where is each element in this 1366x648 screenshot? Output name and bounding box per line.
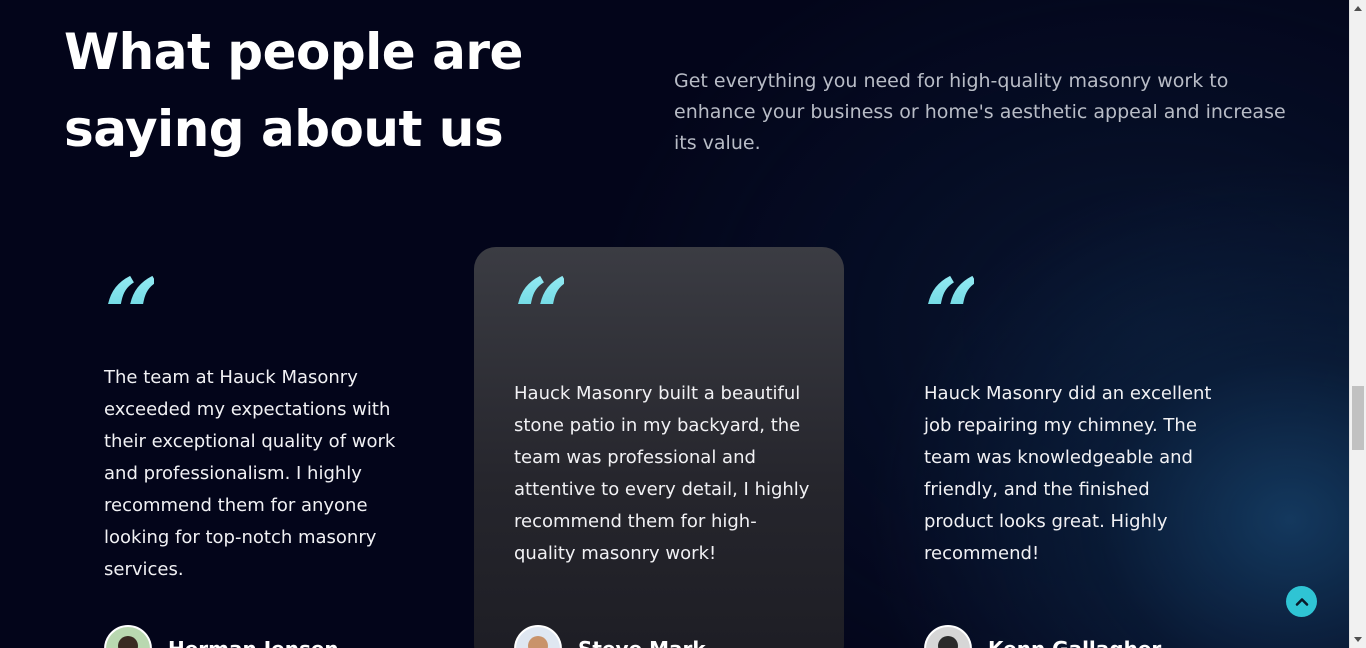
scroll-up-arrow-icon[interactable]	[1354, 6, 1362, 11]
avatar	[514, 625, 562, 648]
scroll-to-top-button[interactable]	[1286, 586, 1317, 617]
quote-icon: “	[104, 258, 160, 373]
author-name: Kenn Gallagher	[988, 637, 1161, 648]
page-scrollbar[interactable]	[1349, 0, 1366, 648]
testimonial-text: Hauck Masonry built a beautiful stone pa…	[514, 383, 810, 564]
author-name: Herman Jensen	[168, 637, 339, 648]
testimonial-text: The team at Hauck Masonry exceeded my ex…	[104, 367, 396, 580]
testimonial-author: Herman Jensen	[104, 625, 339, 648]
testimonial-card-2: “ Hauck Masonry built a beautiful stone …	[474, 247, 844, 648]
section-title-line2: saying about us	[64, 100, 504, 158]
chevron-up-icon	[1295, 597, 1308, 606]
section-title-line1: What people are	[64, 23, 523, 81]
section-title: What people are saying about us	[64, 14, 564, 168]
scroll-down-arrow-icon[interactable]	[1354, 637, 1362, 642]
author-name: Steve Mark	[578, 637, 706, 648]
testimonial-card-1: “ The team at Hauck Masonry exceeded my …	[64, 247, 434, 648]
avatar	[924, 625, 972, 648]
testimonial-card-3: “ Hauck Masonry did an excellent job rep…	[884, 247, 1254, 648]
testimonial-text: Hauck Masonry did an excellent job repai…	[924, 383, 1212, 564]
quote-icon: “	[514, 258, 570, 373]
testimonial-author: Steve Mark	[514, 625, 706, 648]
scrollbar-thumb[interactable]	[1352, 386, 1364, 450]
section-intro: Get everything you need for high-quality…	[674, 70, 1286, 154]
quote-icon: “	[924, 258, 980, 373]
testimonial-author: Kenn Gallagher	[924, 625, 1161, 648]
avatar	[104, 625, 152, 648]
